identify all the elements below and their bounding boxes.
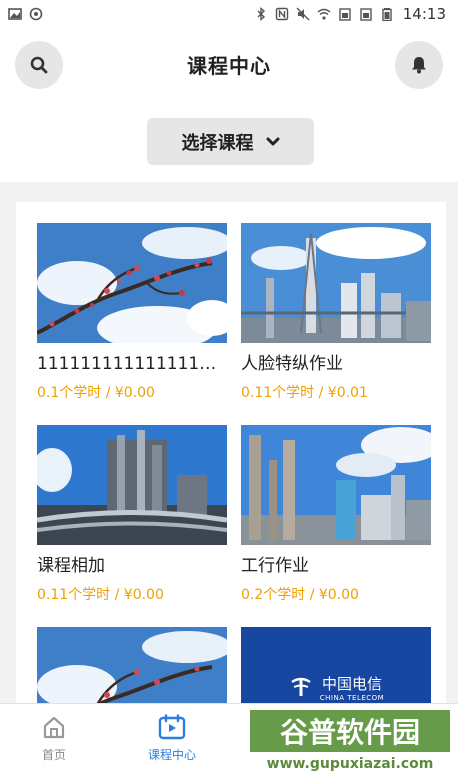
nfc-icon bbox=[275, 7, 288, 21]
course-title: 工行作业 bbox=[241, 556, 309, 576]
course-thumbnail bbox=[37, 627, 227, 703]
plum-blossom-image bbox=[37, 627, 227, 703]
mute-icon bbox=[296, 7, 310, 21]
header: 课程中心 选择课程 bbox=[0, 28, 458, 182]
course-card[interactable]: 中国电信 CHINA TELECOM bbox=[241, 627, 431, 703]
course-card[interactable] bbox=[37, 627, 227, 703]
course-title: 人脸特纵作业 bbox=[241, 354, 343, 374]
wifi-icon bbox=[317, 8, 331, 20]
sim1-signal-icon bbox=[339, 8, 351, 21]
course-hours-price: 0.1个学时 / ¥0.00 bbox=[37, 385, 155, 401]
sim2-signal-icon bbox=[360, 8, 372, 21]
app-screen: 14:13 课程中心 选择课程 1111111111111111111 0.1个… bbox=[0, 0, 458, 775]
bell-icon bbox=[412, 57, 426, 74]
watermark-graphic: 谷普软件园 www.gupuxiazai.com bbox=[250, 710, 450, 772]
tab-course-center[interactable]: 课程中心 bbox=[132, 704, 212, 775]
sync-notification-icon bbox=[29, 7, 43, 21]
bluetooth-icon bbox=[257, 7, 265, 21]
course-card[interactable]: 1111111111111111111 0.1个学时 / ¥0.00 bbox=[37, 223, 227, 403]
status-right: 14:13 bbox=[254, 5, 446, 23]
course-card[interactable]: 课程相加 0.11个学时 / ¥0.00 bbox=[37, 425, 227, 605]
page-title: 课程中心 bbox=[187, 54, 271, 78]
select-course-label: 选择课程 bbox=[181, 132, 254, 154]
course-thumbnail bbox=[241, 425, 431, 545]
gallery-notification-icon bbox=[8, 8, 22, 20]
course-thumbnail bbox=[37, 425, 227, 545]
calendar-play-icon bbox=[158, 714, 186, 740]
course-hours-price: 0.11个学时 / ¥0.00 bbox=[37, 587, 164, 603]
watermark-logo: 谷普软件园 www.gupuxiazai.com bbox=[250, 700, 450, 775]
course-title: 1111111111111111111 bbox=[37, 354, 227, 374]
tab-home[interactable]: 首页 bbox=[14, 704, 94, 775]
chemical-plant-image bbox=[37, 425, 227, 545]
select-course-dropdown[interactable]: 选择课程 bbox=[147, 118, 314, 165]
battery-icon bbox=[382, 8, 392, 21]
factory-chimneys-image bbox=[241, 425, 431, 545]
status-left bbox=[8, 7, 43, 21]
status-bar: 14:13 bbox=[0, 0, 458, 28]
status-time: 14:13 bbox=[402, 5, 446, 23]
course-card[interactable]: 人脸特纵作业 0.11个学时 / ¥0.01 bbox=[241, 223, 431, 403]
chevron-down-icon bbox=[266, 137, 279, 145]
tab-home-label: 首页 bbox=[41, 748, 66, 762]
course-title: 课程相加 bbox=[37, 556, 105, 576]
telecom-logo-cn: 中国电信 bbox=[321, 674, 382, 693]
watermark-title: 谷普软件园 bbox=[280, 716, 420, 749]
china-telecom-logo-icon bbox=[291, 677, 311, 696]
course-hours-price: 0.2个学时 / ¥0.00 bbox=[241, 587, 359, 603]
course-grid: 1111111111111111111 0.1个学时 / ¥0.00 人脸特纵作… bbox=[16, 202, 446, 703]
course-thumbnail bbox=[241, 223, 431, 343]
tab-course-center-label: 课程中心 bbox=[147, 748, 196, 762]
telecom-logo-text: 中国电信 CHINA TELECOM bbox=[320, 673, 384, 702]
notification-button[interactable] bbox=[395, 41, 443, 89]
course-thumbnail bbox=[37, 223, 227, 343]
course-thumbnail: 中国电信 CHINA TELECOM bbox=[241, 627, 431, 703]
course-hours-price: 0.11个学时 / ¥0.01 bbox=[241, 385, 368, 401]
refinery-image bbox=[241, 223, 431, 343]
home-icon bbox=[43, 716, 65, 739]
plum-blossom-image bbox=[37, 223, 227, 343]
watermark-url: www.gupuxiazai.com bbox=[267, 756, 434, 772]
course-card[interactable]: 工行作业 0.2个学时 / ¥0.00 bbox=[241, 425, 431, 605]
